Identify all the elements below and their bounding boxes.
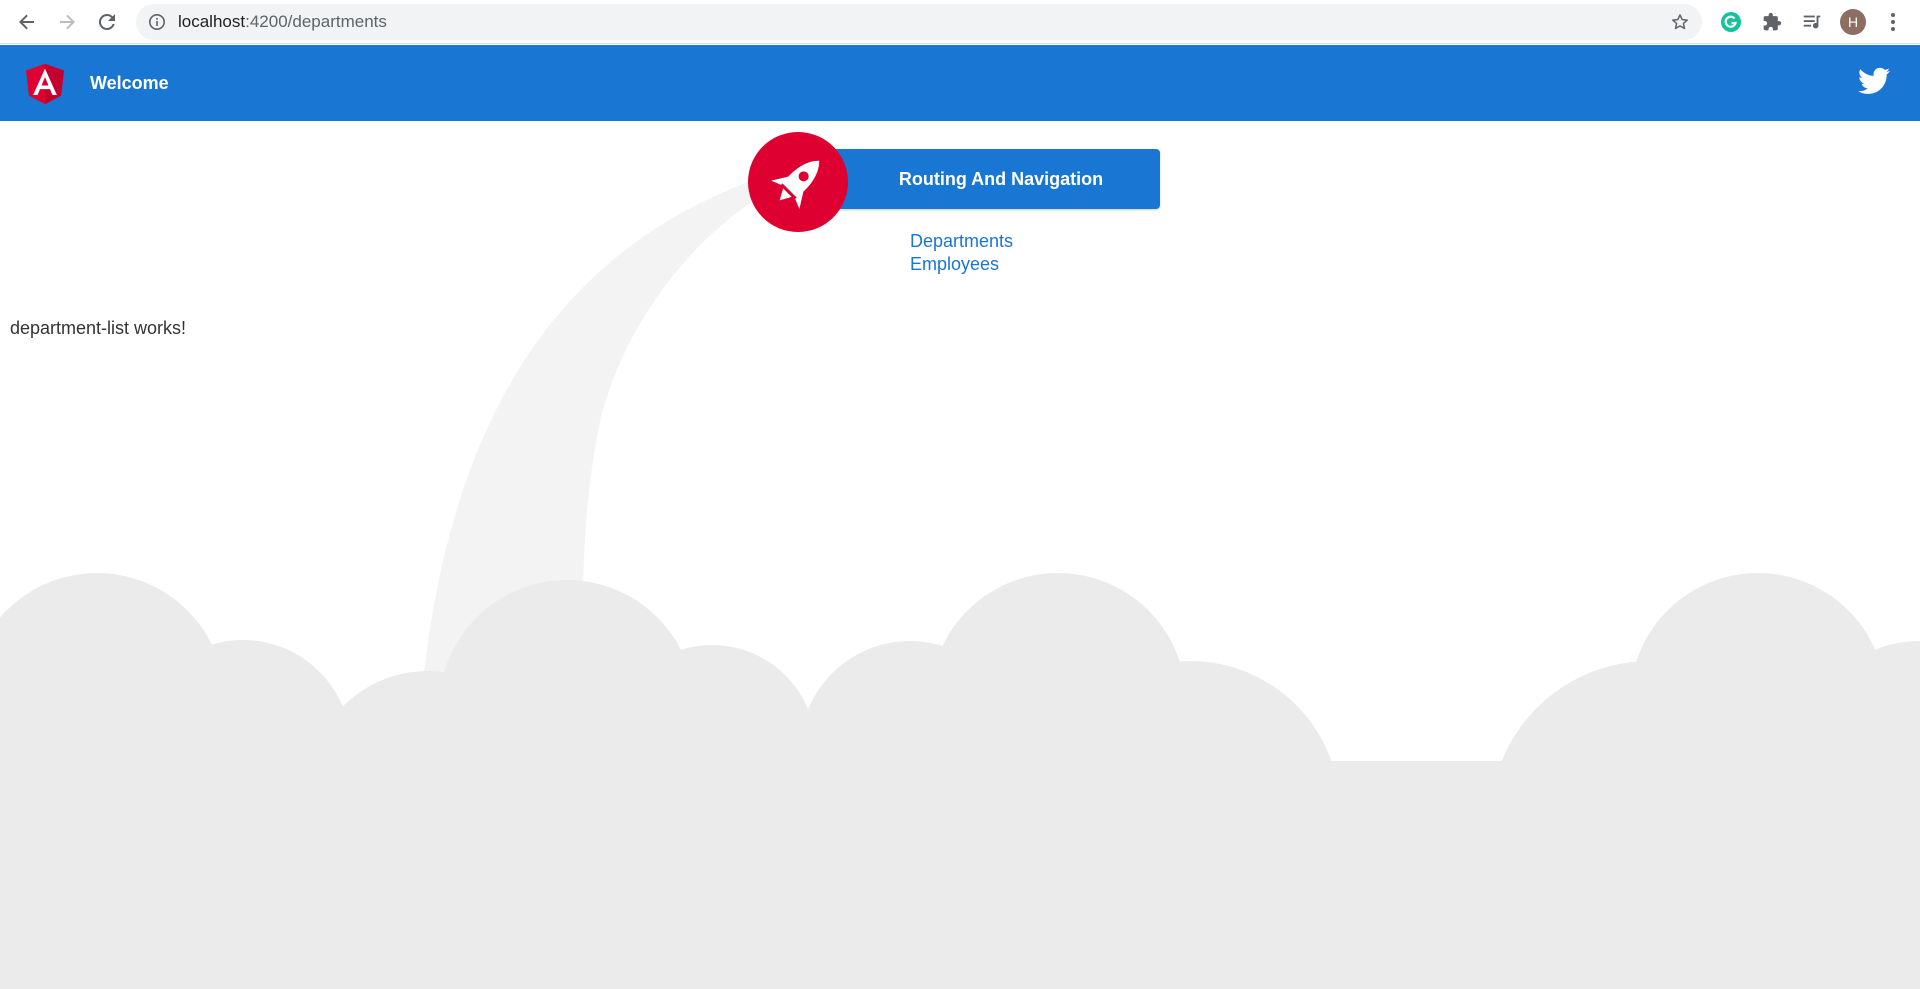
card-title: Routing And Navigation	[898, 168, 1104, 189]
arrow-right-icon	[60, 14, 75, 30]
info-icon[interactable]	[148, 13, 166, 31]
rocket-icon	[771, 160, 820, 209]
rocket-badge	[748, 132, 848, 232]
extensions-button[interactable]	[1759, 9, 1785, 35]
media-control-button[interactable]	[1799, 9, 1825, 35]
grammarly-extension[interactable]	[1718, 9, 1744, 35]
url-path: :4200/departments	[245, 12, 387, 31]
more-vertical-icon	[1891, 13, 1895, 31]
nav-links: Departments Employees	[910, 230, 1013, 276]
profile-avatar[interactable]: H	[1840, 9, 1866, 35]
department-list-text: department-list works!	[10, 318, 187, 338]
url-host: localhost	[178, 12, 246, 31]
address-bar[interactable]: localhost:4200/departments	[136, 4, 1702, 40]
cloud-shapes	[0, 573, 1920, 989]
departments-link[interactable]: Departments	[910, 230, 1013, 253]
reload-icon	[98, 13, 115, 30]
arrow-left-icon	[19, 14, 34, 30]
forward-button[interactable]	[52, 7, 82, 37]
toolbar-title: Welcome	[90, 73, 169, 93]
browser-menu-button[interactable]	[1880, 9, 1906, 35]
app-toolbar: Welcome	[0, 45, 1920, 121]
grammarly-icon	[1721, 12, 1741, 32]
browser-chrome: localhost:4200/departments H	[0, 0, 1920, 44]
employees-link[interactable]: Employees	[910, 253, 1013, 276]
back-button[interactable]	[12, 7, 42, 37]
reload-button[interactable]	[92, 7, 122, 37]
angular-logo-icon	[26, 63, 64, 105]
playlist-icon	[1803, 15, 1821, 29]
bookmark-star-icon[interactable]	[1670, 12, 1690, 32]
url-text[interactable]: localhost:4200/departments	[178, 13, 387, 31]
twitter-icon[interactable]	[1858, 67, 1890, 95]
puzzle-icon	[1763, 12, 1782, 31]
